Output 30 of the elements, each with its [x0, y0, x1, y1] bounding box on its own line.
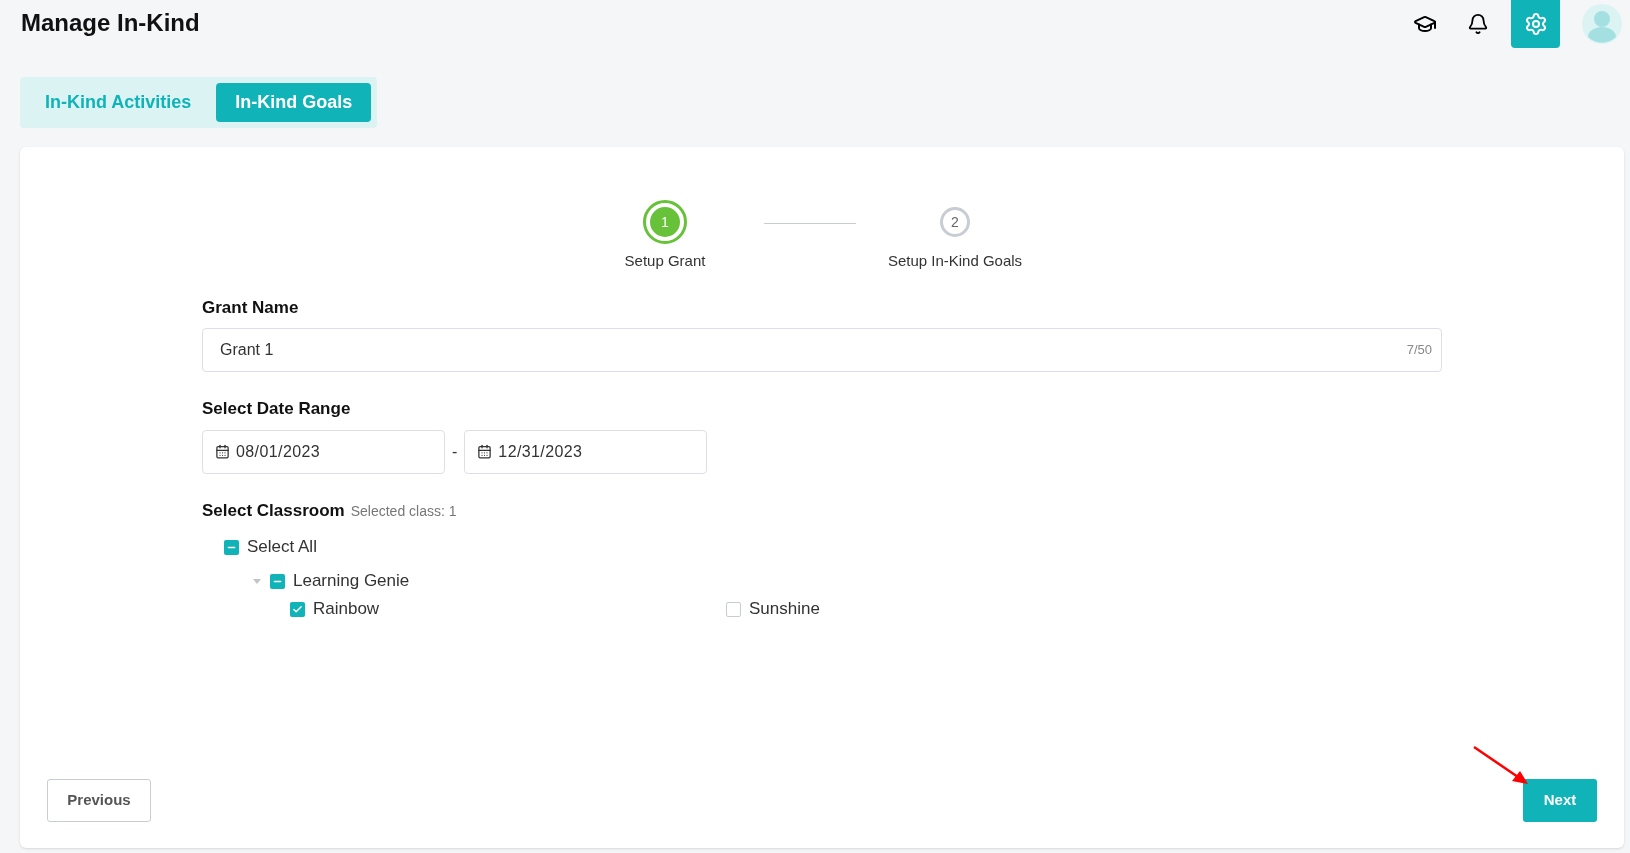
page-title: Manage In-Kind [21, 8, 200, 38]
caret-icon[interactable] [252, 576, 262, 586]
date-field[interactable]: 12/31/2023 [464, 429, 708, 474]
gear-icon [1523, 12, 1548, 36]
arrow-annotation [1472, 745, 1530, 785]
step-label: Setup Grant [624, 251, 706, 271]
character-counter: 7/50 [1406, 341, 1432, 360]
previous-button[interactable]: Previous [47, 779, 151, 822]
classroom-label: Rainbow [313, 598, 380, 621]
selected-count: Selected class: 1 [350, 501, 457, 521]
step-label: Setup In-Kind Goals [887, 251, 1023, 271]
checkbox[interactable] [726, 601, 741, 617]
date-field[interactable]: 08/01/2023 [202, 429, 445, 474]
calendar-icon [477, 444, 493, 459]
classroom-label: Sunshine [749, 598, 820, 621]
date-separator: - [452, 441, 458, 462]
field-label: Select Date Range [202, 398, 352, 420]
checkbox[interactable] [290, 601, 305, 617]
checkbox[interactable] [224, 539, 239, 555]
grant-name-field[interactable]: Grant 1 7/50 [202, 328, 1442, 372]
check-icon [292, 603, 303, 615]
classroom-label: Select All [247, 536, 317, 559]
classroom-label: Learning Genie [293, 570, 410, 593]
field-label: Grant Name [202, 296, 300, 319]
notification-icon[interactable] [1467, 13, 1489, 35]
settings-button[interactable] [1511, 0, 1560, 48]
checkbox[interactable] [270, 573, 285, 589]
avatar-icon[interactable] [1582, 4, 1622, 44]
field-label: Select Classroom [202, 499, 345, 522]
calendar-icon [215, 444, 230, 459]
